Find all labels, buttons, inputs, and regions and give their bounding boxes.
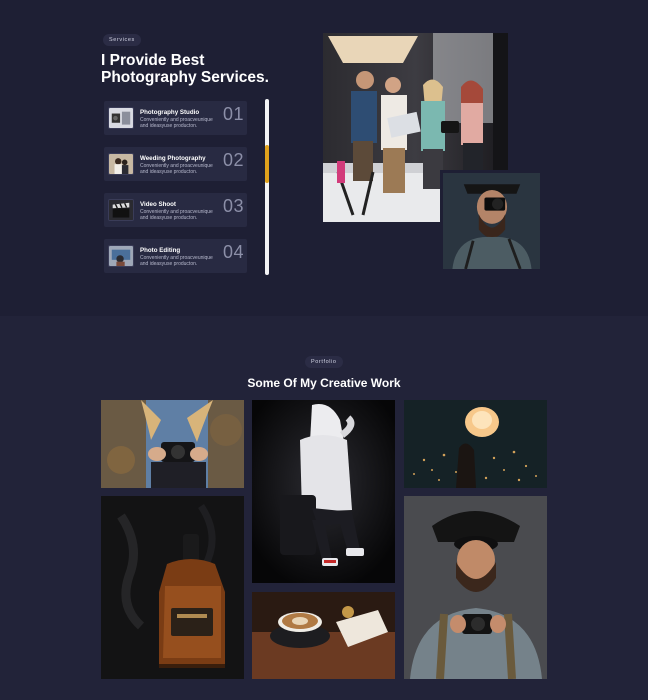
portfolio-image-woman-camera[interactable] xyxy=(101,400,244,488)
service-title: Photography Studio xyxy=(140,109,200,116)
service-number: 04 xyxy=(222,242,244,262)
services-scroll-track[interactable] xyxy=(265,99,269,275)
service-number: 02 xyxy=(222,150,244,170)
editing-icon xyxy=(108,245,134,267)
service-item-photo-editing[interactable]: Photo Editing Conveniently and proacveun… xyxy=(104,239,247,273)
portfolio-image-sky-lantern[interactable] xyxy=(404,400,547,488)
portfolio-tag: Portfolio xyxy=(305,356,343,368)
portfolio-image-coffee-cup[interactable] xyxy=(252,592,395,679)
services-heading-line1: I Provide Best xyxy=(101,52,205,69)
portfolio-image-bearded-photographer[interactable] xyxy=(404,496,547,679)
services-tag: Services xyxy=(103,34,141,46)
services-scroll-thumb[interactable] xyxy=(265,145,269,183)
service-desc: Conveniently and proacveunique and ideasy… xyxy=(140,209,213,222)
portfolio-image-hoodie-portrait[interactable] xyxy=(252,400,395,583)
portfolio-heading: Some Of My Creative Work xyxy=(247,376,401,390)
services-heading-line2: Photography Services. xyxy=(101,69,269,86)
portfolio-image-whisky-bottle[interactable] xyxy=(101,496,244,679)
service-title: Photo Editing xyxy=(140,247,181,254)
service-item-video-shoot[interactable]: Video Shoot Conveniently and proacveuniq… xyxy=(104,193,247,227)
service-desc: Conveniently and proacveunique and ideasy… xyxy=(140,255,213,268)
studio-icon xyxy=(108,107,134,129)
services-heading: I Provide Best Photography Services. xyxy=(101,52,301,86)
photographer-portrait-photo xyxy=(440,170,543,272)
service-desc: Conveniently and proacveunique and ideasy… xyxy=(140,117,213,130)
wedding-icon xyxy=(108,153,134,175)
service-number: 01 xyxy=(222,104,244,124)
service-desc: Conveniently and proacveunique and ideasy… xyxy=(140,163,213,176)
service-number: 03 xyxy=(222,196,244,216)
clapperboard-icon xyxy=(108,199,134,221)
service-item-photography-studio[interactable]: Photography Studio Conveniently and proa… xyxy=(104,101,247,135)
service-title: Video Shoot xyxy=(140,201,176,208)
service-title: Weeding Photography xyxy=(140,155,206,162)
services-section: Services I Provide Best Photography Serv… xyxy=(0,0,648,316)
service-item-wedding-photography[interactable]: Weeding Photography Conveniently and pro… xyxy=(104,147,247,181)
